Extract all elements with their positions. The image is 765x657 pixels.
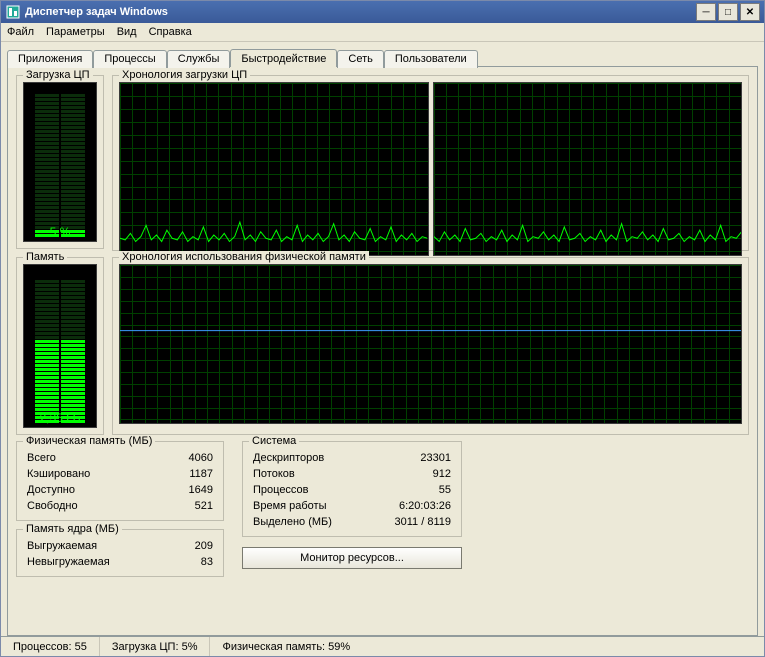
tab-services[interactable]: Службы bbox=[167, 50, 231, 68]
menu-help[interactable]: Справка bbox=[149, 26, 192, 38]
kernel-mem-legend: Память ядра (МБ) bbox=[23, 523, 122, 535]
resource-monitor-button[interactable]: Монитор ресурсов... bbox=[242, 547, 462, 569]
cpu-graph-0 bbox=[119, 82, 429, 256]
cpu-graph-1 bbox=[433, 82, 743, 256]
cpu-gauge: 5 % bbox=[23, 82, 97, 242]
memory-history-label: Хронология использования физической памя… bbox=[119, 251, 369, 263]
tab-processes[interactable]: Процессы bbox=[93, 50, 166, 68]
tab-users[interactable]: Пользователи bbox=[384, 50, 478, 68]
window-title: Диспетчер задач Windows bbox=[25, 6, 168, 18]
status-memory: Физическая память: 59% bbox=[210, 637, 764, 656]
maximize-button[interactable]: □ bbox=[718, 3, 738, 21]
memory-gauge-value: 2,35 ГБ bbox=[24, 411, 96, 425]
cpu-gauge-value: 5 % bbox=[24, 225, 96, 239]
app-icon bbox=[5, 4, 21, 20]
memory-history-box: Хронология использования физической памя… bbox=[112, 257, 749, 435]
close-button[interactable]: ✕ bbox=[740, 3, 760, 21]
tab-networking[interactable]: Сеть bbox=[337, 50, 383, 68]
memory-graph bbox=[119, 264, 742, 424]
tab-applications[interactable]: Приложения bbox=[7, 50, 93, 68]
cpu-usage-box: Загрузка ЦП 5 % bbox=[16, 75, 104, 249]
system-legend: Система bbox=[249, 435, 299, 447]
menu-view[interactable]: Вид bbox=[117, 26, 137, 38]
menu-bar: Файл Параметры Вид Справка bbox=[1, 23, 764, 42]
status-cpu: Загрузка ЦП: 5% bbox=[100, 637, 211, 656]
title-bar: Диспетчер задач Windows ─ □ ✕ bbox=[1, 1, 764, 23]
memory-box: Память 2,35 ГБ bbox=[16, 257, 104, 435]
menu-file[interactable]: Файл bbox=[7, 26, 34, 38]
cpu-usage-label: Загрузка ЦП bbox=[23, 69, 93, 81]
cpu-history-label: Хронология загрузки ЦП bbox=[119, 69, 250, 81]
tab-performance[interactable]: Быстродействие bbox=[230, 49, 337, 67]
system-box: Система Дескрипторов23301 Потоков912 Про… bbox=[242, 441, 462, 537]
performance-panel: Загрузка ЦП 5 % Хронология загрузки ЦП П… bbox=[7, 66, 758, 636]
cpu-history-box: Хронология загрузки ЦП bbox=[112, 75, 749, 251]
physical-memory-box: Физическая память (МБ) Всего4060 Кэширов… bbox=[16, 441, 224, 521]
menu-options[interactable]: Параметры bbox=[46, 26, 105, 38]
minimize-button[interactable]: ─ bbox=[696, 3, 716, 21]
memory-gauge: 2,35 ГБ bbox=[23, 264, 97, 428]
kernel-memory-box: Память ядра (МБ) Выгружаемая209 Невыгруж… bbox=[16, 529, 224, 577]
phys-mem-legend: Физическая память (МБ) bbox=[23, 435, 155, 447]
status-processes: Процессов: 55 bbox=[1, 637, 100, 656]
tab-strip: Приложения Процессы Службы Быстродействи… bbox=[7, 48, 758, 66]
memory-label: Память bbox=[23, 251, 67, 263]
status-bar: Процессов: 55 Загрузка ЦП: 5% Физическая… bbox=[1, 636, 764, 656]
